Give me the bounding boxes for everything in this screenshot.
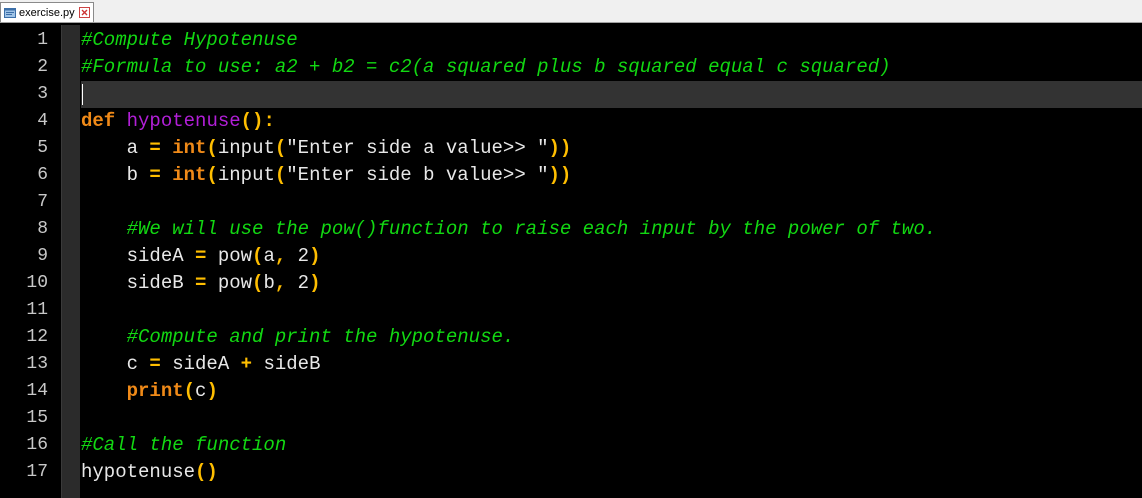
- code-line: print(c): [81, 378, 218, 405]
- code-token-comment: #We will use the pow()function to raise …: [126, 218, 937, 240]
- code-token-op: +: [240, 353, 253, 375]
- code-token-comment: #Compute and print the hypotenuse.: [126, 326, 515, 348]
- code-token-ident: pow: [206, 245, 253, 267]
- tab-exercise-py[interactable]: exercise.py: [0, 2, 94, 22]
- code-token-bkw: print: [126, 380, 184, 402]
- code-token-ident: [81, 380, 127, 402]
- code-line: #We will use the pow()function to raise …: [81, 216, 937, 243]
- code-token-ident: [81, 326, 127, 348]
- code-token-paren: (: [252, 272, 264, 294]
- code-token-paren: (: [206, 137, 218, 159]
- code-line: #Compute Hypotenuse: [81, 27, 298, 54]
- line-number: 15: [26, 408, 48, 428]
- line-number-gutter: 1 2 3 4 5 6 7 8 9 10 11 12 13 14 15 16 17: [0, 25, 61, 498]
- code-token-paren: (: [274, 164, 287, 186]
- line-number: 5: [37, 138, 48, 158]
- code-line: a = int(input("Enter side a value>> ")): [81, 135, 572, 162]
- code-token-ident: a: [263, 245, 275, 267]
- code-token-paren: (: [183, 380, 196, 402]
- code-token-ident: a: [81, 137, 150, 159]
- code-token-ident: sideA: [160, 353, 241, 375]
- code-token-ident: sideB: [81, 272, 196, 294]
- code-token-ident: b: [263, 272, 275, 294]
- code-token-op: =: [149, 164, 161, 186]
- code-line: sideA = pow(a, 2): [81, 243, 321, 270]
- code-token-bkw: int: [172, 164, 207, 186]
- code-token-paren: (: [206, 164, 218, 186]
- code-token-ident: sideB: [252, 353, 321, 375]
- code-token-ident: b: [81, 164, 150, 186]
- code-token-func: hypotenuse: [126, 110, 241, 132]
- code-token-string: "Enter side b value>> ": [286, 164, 549, 186]
- code-token-keyword: def: [81, 110, 116, 132]
- code-line: #Formula to use: a2 + b2 = c2(a squared …: [81, 54, 891, 81]
- line-number: 1: [37, 30, 48, 50]
- code-token-paren: )): [548, 164, 572, 186]
- code-token-op: ,: [274, 272, 287, 294]
- code-token-ident: sideA: [81, 245, 196, 267]
- code-token-builtin: input: [217, 137, 275, 159]
- code-token-number: 2: [286, 272, 310, 294]
- code-token-ident: c: [81, 353, 150, 375]
- code-line: c = sideA + sideB: [81, 351, 321, 378]
- line-number: 2: [37, 57, 48, 77]
- fold-margin[interactable]: [62, 25, 138, 498]
- code-token-paren: ():: [240, 110, 275, 132]
- line-number: 10: [26, 273, 48, 293]
- code-token-number: 2: [286, 245, 310, 267]
- line-number: 4: [37, 111, 48, 131]
- code-token-ident: [81, 218, 127, 240]
- code-token-bkw: int: [172, 137, 207, 159]
- code-line: #Call the function: [81, 432, 286, 459]
- code-token-ident: [115, 110, 126, 132]
- code-token-op: =: [149, 353, 161, 375]
- code-token-comment: #Call the function: [81, 434, 287, 456]
- code-token-comment: #Compute Hypotenuse: [81, 29, 298, 51]
- line-number: 17: [26, 462, 48, 482]
- line-number: 12: [26, 327, 48, 347]
- code-token-op: ,: [274, 245, 287, 267]
- line-number: 9: [37, 246, 48, 266]
- code-line: #Compute and print the hypotenuse.: [81, 324, 515, 351]
- code-line: b = int(input("Enter side b value>> ")): [81, 162, 572, 189]
- line-number: 11: [26, 300, 48, 320]
- code-token-ident: pow: [206, 272, 253, 294]
- code-token-comment: #Formula to use: a2 + b2 = c2(a squared …: [81, 56, 891, 78]
- code-token-ident: c: [195, 380, 207, 402]
- code-token-ident: [161, 164, 172, 186]
- text-caret: [82, 84, 83, 105]
- line-number: 13: [26, 354, 48, 374]
- code-token-ident: hypotenuse: [81, 461, 196, 483]
- tab-bar: exercise.py: [0, 0, 1142, 23]
- tab-label: exercise.py: [19, 6, 75, 19]
- line-number: 7: [37, 192, 48, 212]
- code-token-paren: ): [206, 380, 218, 402]
- code-token-paren: )): [548, 137, 572, 159]
- code-area[interactable]: #Compute Hypotenuse #Formula to use: a2 +…: [81, 25, 1142, 498]
- code-token-op: =: [195, 245, 207, 267]
- code-token-paren: ): [309, 272, 321, 294]
- line-number: 16: [26, 435, 48, 455]
- code-token-op: =: [149, 137, 161, 159]
- code-token-op: =: [195, 272, 207, 294]
- code-token-paren: (): [195, 461, 218, 483]
- current-line-highlight: [81, 81, 1142, 108]
- code-token-paren: (: [274, 137, 287, 159]
- code-token-builtin: input: [217, 164, 275, 186]
- code-editor[interactable]: 1 2 3 4 5 6 7 8 9 10 11 12 13 14 15 16 17 #Compute Hypot…: [0, 25, 1142, 498]
- python-file-icon: [4, 7, 16, 19]
- line-number: 8: [37, 219, 48, 239]
- code-token-string: "Enter side a value>> ": [286, 137, 549, 159]
- code-token-ident: [161, 137, 172, 159]
- line-number: 3: [37, 84, 48, 104]
- code-line: hypotenuse(): [81, 459, 218, 486]
- close-icon[interactable]: [78, 7, 90, 18]
- code-line: sideB = pow(b, 2): [81, 270, 321, 297]
- code-token-paren: (: [252, 245, 264, 267]
- code-token-paren: ): [309, 245, 321, 267]
- line-number: 14: [26, 381, 48, 401]
- line-number: 6: [37, 165, 48, 185]
- code-line: def hypotenuse():: [81, 108, 275, 135]
